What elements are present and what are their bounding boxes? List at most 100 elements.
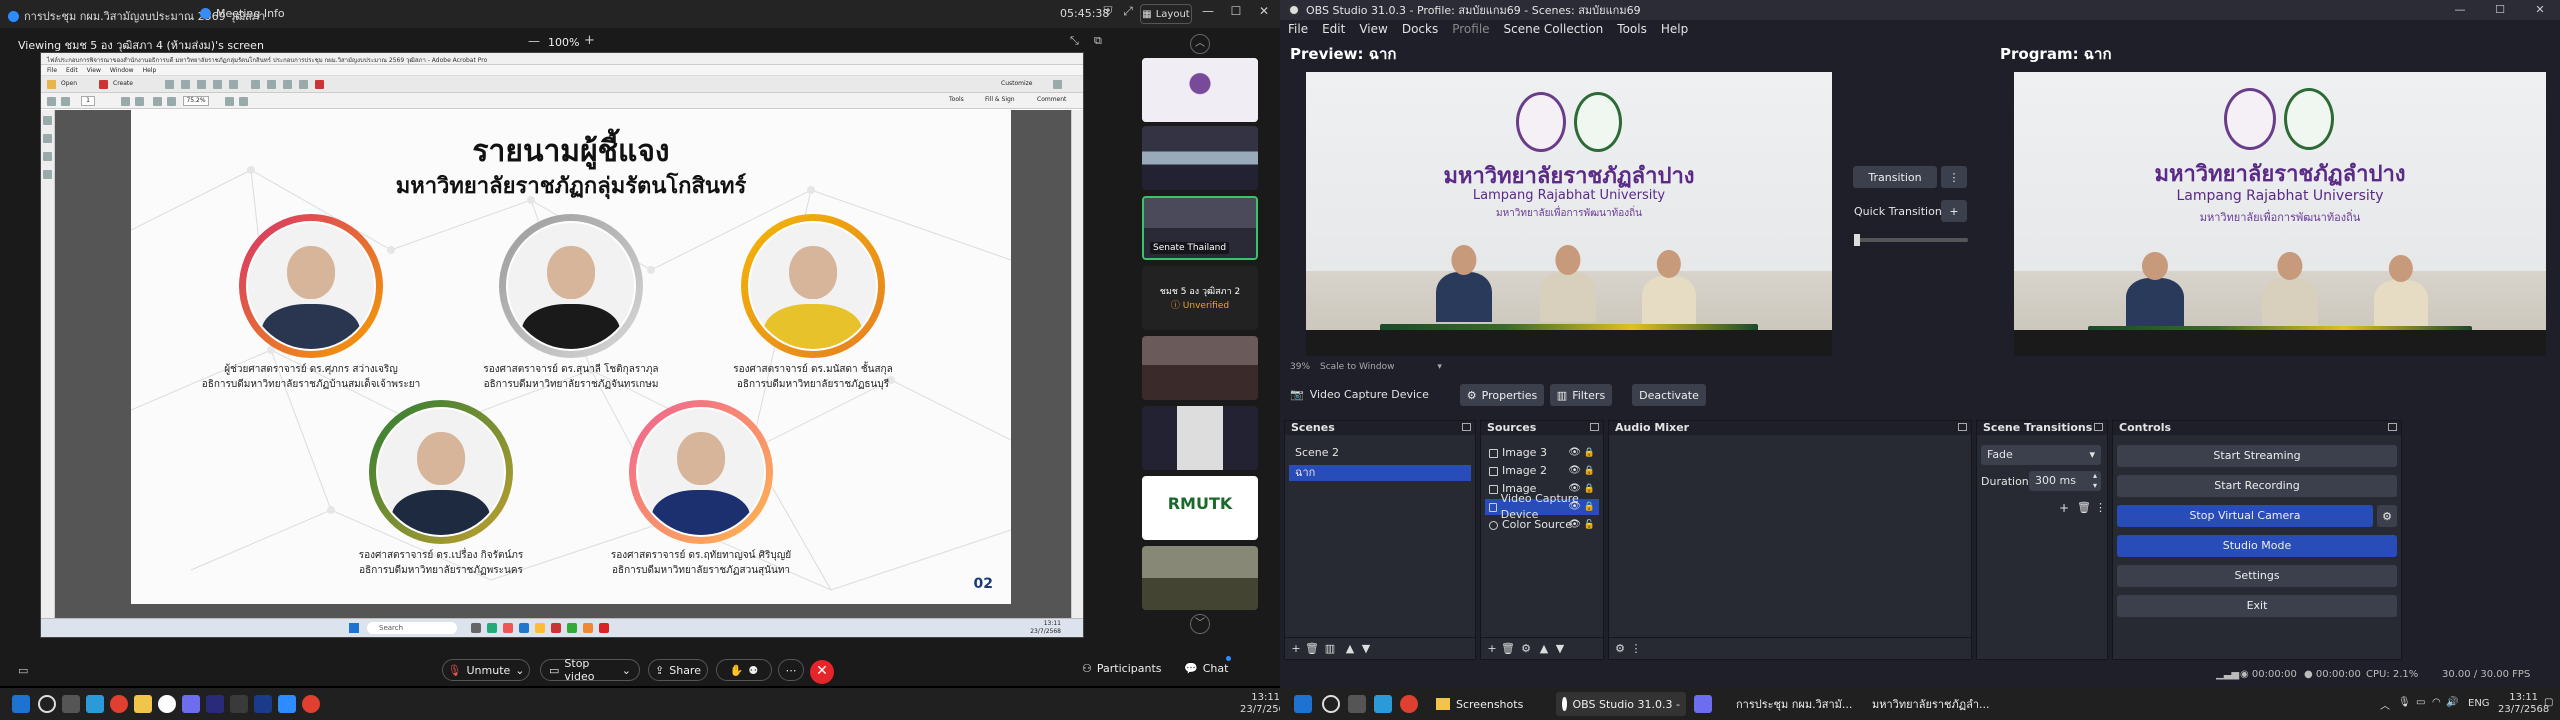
chat-button[interactable]: 💬 Chat (1184, 662, 1228, 675)
select-tool-icon[interactable] (121, 97, 130, 106)
stop-video-button[interactable]: ▭ Stop video ⌄ (540, 657, 640, 683)
participant-thumbnail[interactable] (1142, 336, 1258, 400)
leave-meeting-button[interactable]: ✕ (810, 660, 834, 684)
properties-button[interactable]: ⚙ Properties (1460, 384, 1544, 406)
minimize-icon[interactable]: — (1196, 4, 1220, 22)
popout-icon[interactable] (2094, 423, 2103, 431)
edit-icon[interactable] (213, 80, 222, 89)
task-view-icon[interactable] (1348, 695, 1366, 713)
save-icon[interactable] (165, 80, 174, 89)
close-icon[interactable]: ✕ (1252, 4, 1276, 22)
source-item[interactable]: Image 2 👁 🔒 (1485, 463, 1599, 479)
trash-icon[interactable]: 🗑 (2077, 501, 2091, 514)
meeting-info-button[interactable]: Meeting Info (200, 7, 285, 20)
language-indicator[interactable]: ENG (2468, 698, 2490, 709)
add-icon[interactable]: + (1485, 642, 1499, 656)
chrome-icon[interactable] (110, 695, 128, 713)
transition-menu-button[interactable]: ⋮ (1941, 166, 1967, 188)
tray-chevron-icon[interactable]: ︿ (2380, 697, 2390, 712)
more-vertical-icon[interactable]: ⋮ (1629, 642, 1643, 656)
add-icon[interactable]: + (2059, 501, 2069, 515)
virtual-camera-settings-button[interactable]: ⚙ (2377, 505, 2397, 527)
open-button[interactable]: Open (61, 80, 77, 87)
edge-icon[interactable] (1374, 695, 1392, 713)
app-icon[interactable] (503, 623, 513, 633)
app-icon[interactable] (230, 695, 248, 713)
transition-button[interactable]: Transition (1853, 166, 1937, 188)
acrobat-menu-window[interactable]: Window (110, 67, 134, 74)
search-icon[interactable] (38, 695, 56, 713)
acrobat-menu-file[interactable]: File (47, 67, 57, 74)
move-up-icon[interactable]: ▲ (1537, 642, 1551, 656)
deactivate-button[interactable]: Deactivate (1632, 384, 1706, 406)
app-icon[interactable] (182, 695, 200, 713)
email-icon[interactable] (197, 80, 206, 89)
start-icon[interactable] (1294, 695, 1312, 713)
gear-icon[interactable]: ⚙ (1519, 642, 1533, 656)
volume-icon[interactable]: 🔊 (2446, 697, 2458, 708)
eye-icon[interactable]: 👁 (1568, 463, 1581, 479)
acrobat-menu-view[interactable]: View (87, 67, 101, 74)
reactions-button[interactable]: ✋ ⚉ (716, 659, 772, 681)
lock-icon[interactable]: 🔒 (1584, 445, 1595, 461)
signatures-icon[interactable] (43, 170, 52, 179)
popout-icon[interactable] (1462, 423, 1471, 431)
thumbnail-scroll-down-icon[interactable]: ﹀ (1190, 614, 1210, 634)
settings-button[interactable]: Settings (2117, 565, 2397, 587)
zoom-app-icon[interactable] (278, 695, 296, 713)
start-recording-button[interactable]: Start Recording (2117, 475, 2397, 497)
trash-icon[interactable]: 🗑 (1305, 642, 1319, 656)
chrome-icon[interactable] (1400, 695, 1418, 713)
app-icon[interactable] (567, 623, 577, 633)
obs-menu-scene-collection[interactable]: Scene Collection (1504, 22, 1604, 36)
more-button[interactable]: ⋯ (778, 659, 804, 681)
settings-icon[interactable] (251, 80, 260, 89)
page-number-field[interactable]: 1 (81, 96, 95, 106)
fill-sign-tab[interactable]: Fill & Sign (985, 96, 1015, 103)
next-page-icon[interactable] (61, 97, 70, 106)
exit-button[interactable]: Exit (2117, 595, 2397, 617)
participant-thumbnail[interactable] (1142, 546, 1258, 610)
preview-canvas[interactable]: มหาวิทยาลัยราชภัฏลำปาง Lampang Rajabhat … (1306, 72, 1832, 356)
transition-slider-knob[interactable] (1854, 234, 1860, 246)
app-icon[interactable] (551, 623, 561, 633)
studio-mode-button[interactable]: Studio Mode (2117, 535, 2397, 557)
stamp-icon[interactable] (267, 80, 276, 89)
zoom-out-button[interactable]: — (528, 34, 540, 48)
pdf-icon[interactable] (315, 80, 324, 89)
attachments-icon[interactable] (43, 134, 52, 143)
start-icon[interactable] (12, 695, 30, 713)
app-icon[interactable] (487, 623, 497, 633)
obs-menu-edit[interactable]: Edit (1322, 22, 1345, 36)
popout-icon[interactable] (1590, 423, 1599, 431)
lock-icon[interactable]: 🔒 (1584, 463, 1595, 479)
more-vertical-icon[interactable]: ⋮ (2095, 501, 2106, 514)
folder-icon[interactable] (134, 695, 152, 713)
popout-icon[interactable] (2388, 423, 2397, 431)
expand-icon[interactable] (1053, 80, 1062, 89)
eye-icon[interactable]: 👁 (1568, 517, 1581, 533)
task-view-icon[interactable] (62, 695, 80, 713)
obs-menu-file[interactable]: File (1288, 22, 1308, 36)
create-icon[interactable] (99, 80, 108, 89)
tools-tab[interactable]: Tools (949, 96, 964, 103)
participant-thumbnail-active[interactable]: Senate Thailand (1142, 196, 1258, 260)
notification-icon[interactable]: ▢ (2544, 697, 2553, 708)
obs-app-icon[interactable] (158, 695, 176, 713)
edge-icon[interactable] (86, 695, 104, 713)
customize-button[interactable]: Customize (1001, 80, 1033, 87)
search-icon[interactable] (1322, 695, 1340, 713)
scene-item[interactable]: Scene 2 (1289, 445, 1471, 461)
participants-button[interactable]: ⚇ Participants (1082, 662, 1162, 675)
trash-icon[interactable]: 🗑 (1501, 642, 1515, 656)
source-item[interactable]: Image 3 👁 🔒 (1485, 445, 1599, 461)
obs-menu-help[interactable]: Help (1661, 22, 1688, 36)
taskbar-app-screenshots[interactable]: Screenshots (1430, 692, 1550, 716)
move-down-icon[interactable]: ▼ (1553, 642, 1567, 656)
lock-icon[interactable]: 🔒 (1584, 499, 1595, 515)
zoom-percent-field[interactable]: 75.2% (183, 96, 209, 106)
microphone-icon[interactable]: 🎙 (2398, 697, 2411, 708)
participant-thumbnail[interactable]: RMUTK (1142, 476, 1258, 540)
minimize-icon[interactable]: — (2440, 0, 2480, 20)
create-button[interactable]: Create (113, 80, 133, 87)
